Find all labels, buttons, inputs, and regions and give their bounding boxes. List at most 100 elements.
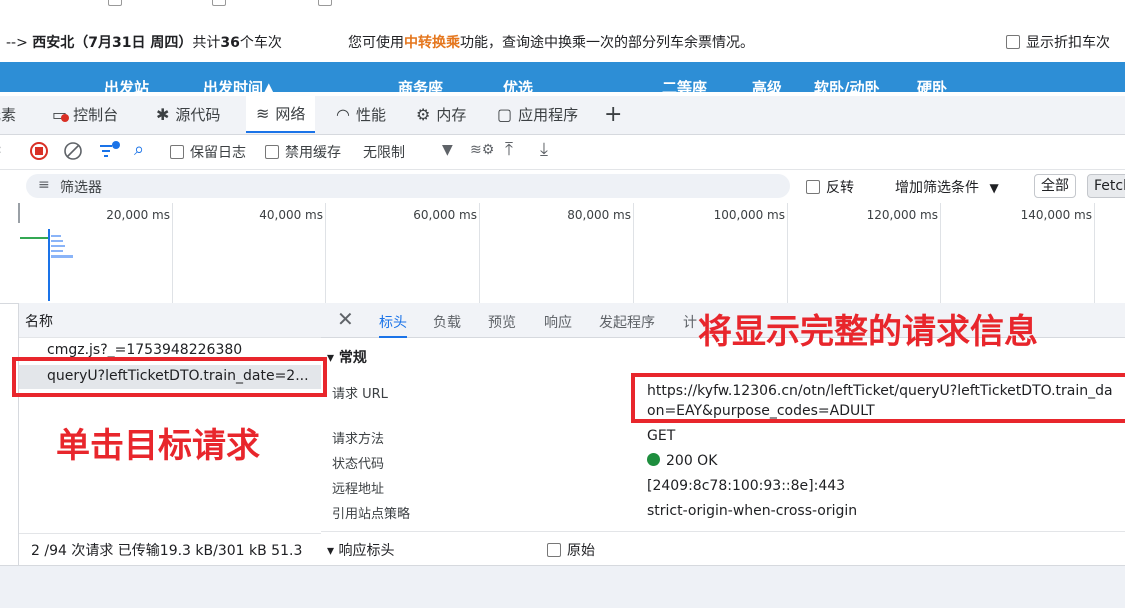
filter-toolbar: ) ≡ 筛选器 反转 增加筛选条件 ▼ 全部 Fetch <box>0 170 1125 204</box>
bug-icon: ✱ <box>156 105 170 124</box>
transfer-hint: 您可使用中转换乘功能，查询途中换乘一次的部分列车余票情况。 <box>348 32 754 52</box>
col-business-seat: 商务座 <box>398 79 444 92</box>
timeline-tick-label: 140,000 ms <box>1020 208 1092 222</box>
tab-payload[interactable]: 负载 <box>433 312 461 332</box>
col-second-class: 二等座 <box>662 79 708 92</box>
timeline-tick-label: 100,000 ms <box>713 208 785 222</box>
network-timeline[interactable]: 20,000 ms 40,000 ms 60,000 ms 80,000 ms … <box>0 203 1125 304</box>
request-method-label: 请求方法 <box>332 432 385 447</box>
general-section-toggle[interactable]: ▾ 常规 <box>327 347 367 367</box>
discount-toggle[interactable]: 显示折扣车次 <box>1006 32 1110 52</box>
col-departure-station[interactable]: 出发站 <box>104 77 149 92</box>
timeline-gridline <box>172 203 173 303</box>
tab-timing[interactable]: 计 <box>683 312 697 332</box>
close-icon[interactable]: ✕ <box>337 307 354 331</box>
route-total-label: 共计 <box>192 35 221 51</box>
filter-toggle-button[interactable] <box>98 140 122 166</box>
invert-label: 反转 <box>826 180 854 196</box>
timeline-bar <box>51 245 65 247</box>
timeline-tick-label: 80,000 ms <box>567 208 631 222</box>
filter-fetch-button[interactable]: Fetch <box>1087 174 1125 198</box>
tab-initiator[interactable]: 发起程序 <box>599 312 655 332</box>
column-name-header[interactable]: 名称 <box>25 311 53 331</box>
import-har-icon[interactable]: ⤒ <box>505 139 513 160</box>
tab-sources[interactable]: ✱ 源代码 <box>156 96 220 133</box>
response-headers-toggle[interactable]: ▾ 响应标头 <box>327 540 394 560</box>
raw-checkbox[interactable] <box>547 543 561 557</box>
tab-memory[interactable]: ⚙ 内存 <box>416 96 466 133</box>
tab-label: 内存 <box>436 106 467 124</box>
timeline-bar <box>51 255 73 258</box>
top-checkbox-1[interactable] <box>108 0 122 6</box>
clear-button[interactable] <box>63 141 83 165</box>
plus-icon: + <box>604 102 623 127</box>
tab-application[interactable]: ▢ 应用程序 <box>497 96 578 133</box>
request-method-value: GET <box>647 428 676 444</box>
export-har-icon[interactable]: ⤓ <box>540 139 548 160</box>
timeline-gridline <box>787 203 788 303</box>
col-soft-sleeper: 软卧/动卧 <box>814 79 880 92</box>
remote-address-value: [2409:8c78:100:93::8e]:443 <box>647 478 846 494</box>
annotation-full-info: 将显示完整的请求信息 <box>698 312 1038 352</box>
request-summary: 2 /94 次请求 已传输19.3 kB/301 kB 51.3 <box>31 543 303 559</box>
preserve-log-checkbox[interactable] <box>170 145 184 159</box>
add-tab-button[interactable]: + <box>604 96 622 133</box>
chevron-left-icon[interactable]: ‹ <box>0 142 2 158</box>
col-departure-time[interactable]: 出发时间▲ <box>203 77 275 92</box>
filter-input[interactable]: ≡ 筛选器 <box>26 174 790 198</box>
status-ok-icon <box>647 453 660 466</box>
request-url-highlight <box>631 373 1125 423</box>
top-checkbox-2[interactable] <box>212 0 226 6</box>
col-hard-sleeper: 硬卧 <box>917 79 948 92</box>
tab-elements[interactable]: 元素 <box>0 96 16 133</box>
top-checkbox-3[interactable] <box>318 0 332 6</box>
console-icon: ▭ <box>52 105 69 124</box>
tab-label: 源代码 <box>175 106 221 124</box>
filter-fetch-label: Fetch <box>1094 178 1125 194</box>
tab-preview[interactable]: 预览 <box>488 312 516 332</box>
timeline-gridline <box>633 203 634 303</box>
preserve-log-option[interactable]: 保留日志 <box>170 142 246 162</box>
timeline-bar <box>51 240 63 242</box>
tab-label: 应用程序 <box>518 106 579 124</box>
disable-cache-label: 禁用缓存 <box>285 145 341 161</box>
disable-cache-option[interactable]: 禁用缓存 <box>265 142 341 162</box>
timeline-gridline <box>1094 203 1095 303</box>
raw-label: 原始 <box>567 543 595 559</box>
tab-network[interactable]: ≋ 网络 <box>246 96 316 133</box>
transfer-link[interactable]: 中转换乘 <box>404 35 460 51</box>
record-stop-button[interactable] <box>29 141 49 165</box>
tab-console[interactable]: ▭ 控制台 <box>52 96 118 133</box>
remote-address-label: 远程地址 <box>332 482 385 497</box>
tab-headers[interactable]: 标头 <box>379 312 407 338</box>
route-suffix: 个车次 <box>239 35 282 51</box>
status-code: 200 OK <box>647 453 717 469</box>
filter-funnel-icon <box>100 141 120 157</box>
chevron-down-icon: ▼ <box>989 181 999 195</box>
request-summary-bar: 2 /94 次请求 已传输19.3 kB/301 kB 51.3 <box>19 533 321 564</box>
invert-checkbox[interactable] <box>806 180 820 194</box>
more-filters-dropdown[interactable]: 增加筛选条件 ▼ <box>895 177 999 197</box>
raw-headers-option[interactable]: 原始 <box>547 540 595 560</box>
tab-performance[interactable]: ◠ 性能 <box>336 96 386 133</box>
timeline-tick-label: 120,000 ms <box>866 208 938 222</box>
section-divider <box>321 531 1125 532</box>
discount-checkbox[interactable] <box>1006 35 1020 49</box>
route-summary: --> 西安北（7月31日 周四）共计36个车次 <box>6 32 282 52</box>
timeline-cursor[interactable] <box>18 203 20 223</box>
network-conditions-icon[interactable]: ≋⚙ <box>470 142 494 158</box>
search-icon[interactable]: ⌕ <box>134 139 144 160</box>
disable-cache-checkbox[interactable] <box>265 145 279 159</box>
tab-label: 控制台 <box>73 106 119 124</box>
timeline-bar <box>51 235 61 237</box>
invert-option[interactable]: 反转 <box>806 177 854 197</box>
filter-all-button[interactable]: 全部 <box>1034 174 1076 198</box>
throttle-dropdown-icon[interactable]: ▼ <box>442 142 453 158</box>
throttle-select[interactable]: 无限制 <box>363 142 405 162</box>
tab-response[interactable]: 响应 <box>544 312 572 332</box>
hint-pre: 您可使用 <box>348 35 404 51</box>
col-deluxe: 高级 <box>752 79 783 92</box>
gauge-icon: ◠ <box>336 105 350 124</box>
route-arrow: --> <box>6 35 33 51</box>
timeline-gridline <box>940 203 941 303</box>
